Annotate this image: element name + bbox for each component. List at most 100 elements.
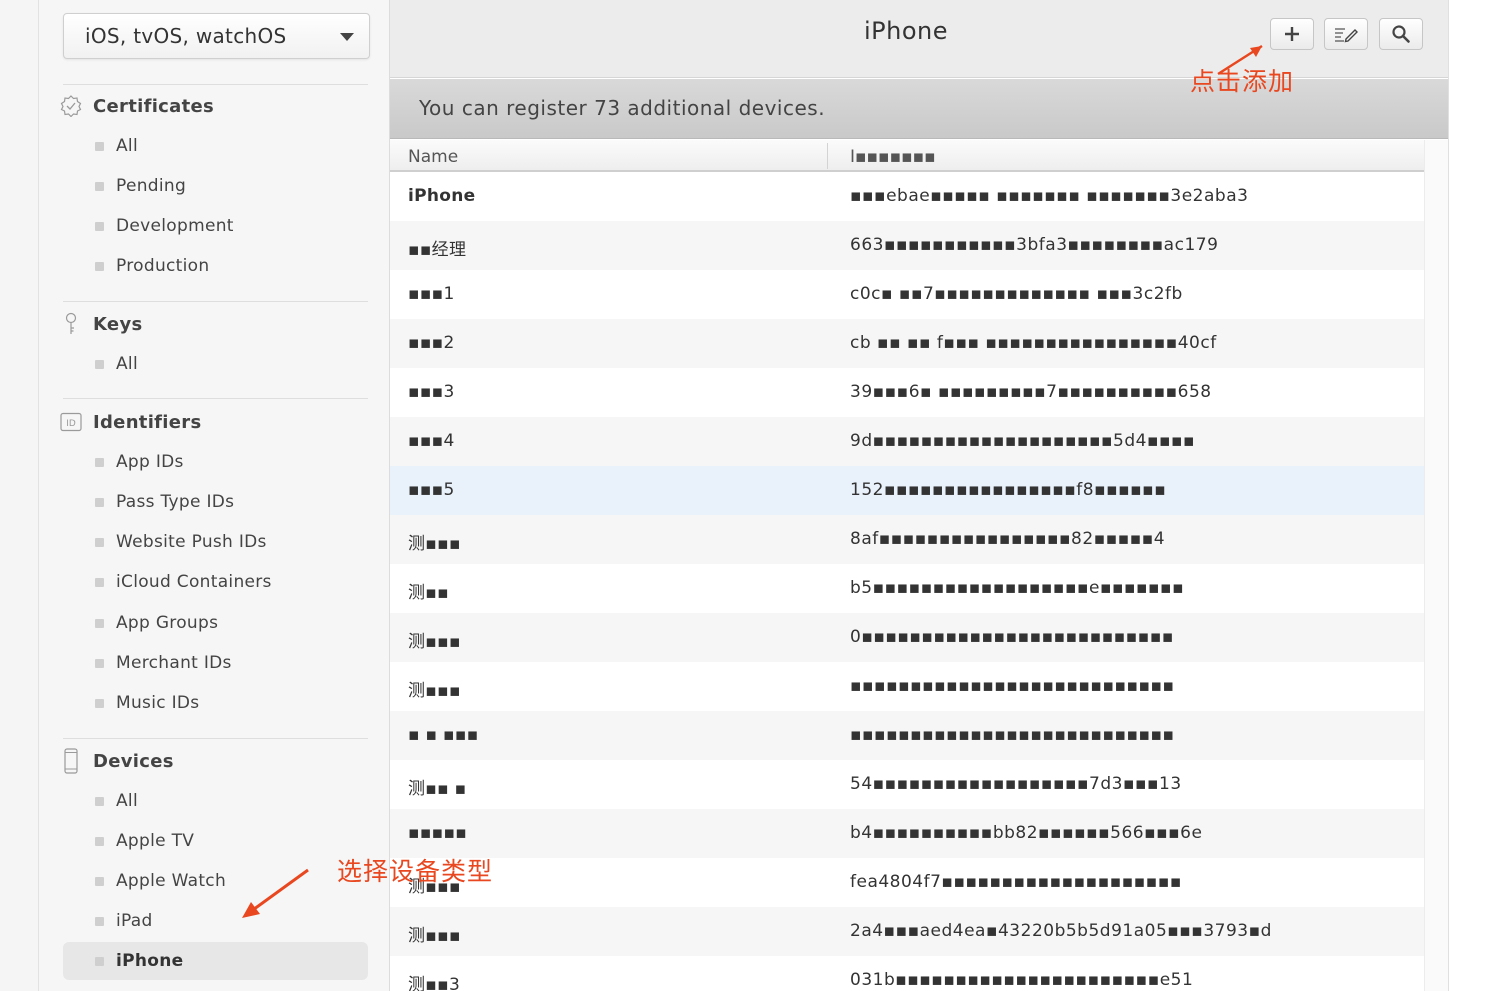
device-name: ▪▪▪3 (408, 382, 455, 402)
device-name: 测▪▪ (408, 583, 449, 603)
section-certificates: Certificates (59, 93, 214, 119)
sidebar-item-merchant-ids[interactable]: Merchant IDs (63, 644, 368, 682)
edit-icon (1335, 28, 1358, 43)
bullet-icon (95, 221, 104, 231)
sidebar: iOS, tvOS, watchOS Certificates All Pend… (38, 0, 390, 991)
sidebar-item-label: Apple Watch (116, 871, 227, 891)
bullet-icon (95, 796, 104, 806)
device-udid: 663▪▪▪▪▪▪▪▪▪▪▪3bfa3▪▪▪▪▪▪▪▪ac179 (850, 235, 1219, 255)
device-udid: ▪▪▪ebae▪▪▪▪▪ ▪▪▪▪▪▪▪ ▪▪▪▪▪▪▪3e2aba3 (850, 186, 1249, 206)
id-icon: ID (59, 410, 83, 434)
key-icon (59, 312, 83, 336)
sidebar-item-label: Pass Type IDs (116, 492, 235, 512)
sidebar-item-apple-watch[interactable]: Apple Watch (63, 862, 368, 900)
divider (63, 84, 368, 85)
table-row[interactable]: 测▪▪ b5▪▪▪▪▪▪▪▪▪▪▪▪▪▪▪▪▪▪e▪▪▪▪▪▪▪ (390, 564, 1424, 613)
section-keys: Keys (59, 311, 143, 337)
bullet-icon (95, 916, 104, 926)
device-name: 测▪▪▪ (408, 534, 461, 554)
table-row[interactable]: ▪▪▪2 cb ▪▪ ▪▪ f▪▪▪ ▪▪▪▪▪▪▪▪▪▪▪▪▪▪▪▪40cf (390, 319, 1424, 368)
sidebar-item-label: App Groups (116, 613, 219, 633)
table-row[interactable]: 测▪▪▪ fea4804f7▪▪▪▪▪▪▪▪▪▪▪▪▪▪▪▪▪▪▪▪ (390, 858, 1424, 907)
device-name: ▪▪▪4 (408, 431, 455, 451)
sidebar-item-music-ids[interactable]: Music IDs (63, 684, 368, 722)
device-udid: 031b▪▪▪▪▪▪▪▪▪▪▪▪▪▪▪▪▪▪▪▪▪▪e51 (850, 970, 1194, 990)
bullet-icon (95, 359, 104, 369)
table-row[interactable]: 测▪▪▪ 0▪▪▪▪▪▪▪▪▪▪▪▪▪▪▪▪▪▪▪▪▪▪▪▪▪▪ (390, 613, 1424, 662)
table-row[interactable]: ▪▪▪1 c0c▪ ▪▪7▪▪▪▪▪▪▪▪▪▪▪▪▪ ▪▪▪3c2fb (390, 270, 1424, 319)
sidebar-item-label: iPhone (116, 951, 184, 971)
sidebar-item-apple-tv[interactable]: Apple TV (63, 822, 368, 860)
sidebar-item-production[interactable]: Production (63, 247, 368, 285)
device-name: 测▪▪▪ (408, 632, 461, 652)
bullet-icon (95, 457, 104, 467)
device-table: iPhone ▪▪▪ebae▪▪▪▪▪ ▪▪▪▪▪▪▪ ▪▪▪▪▪▪▪3e2aba… (390, 172, 1424, 991)
sidebar-item-certificates-all[interactable]: All (63, 127, 368, 165)
table-row[interactable]: 测▪▪ ▪ 54▪▪▪▪▪▪▪▪▪▪▪▪▪▪▪▪▪▪7d3▪▪▪13 (390, 760, 1424, 809)
bullet-icon (95, 836, 104, 846)
edit-button[interactable] (1324, 18, 1368, 50)
device-name: 测▪▪▪ (408, 926, 461, 946)
section-title-identifiers: Identifiers (93, 411, 202, 433)
sidebar-item-label: Development (116, 216, 234, 236)
page-margin-right (1448, 0, 1500, 991)
sidebar-item-label: All (116, 354, 138, 374)
column-divider (827, 143, 828, 169)
sidebar-item-label: App IDs (116, 452, 184, 472)
sidebar-item-development[interactable]: Development (63, 207, 368, 245)
column-header-name[interactable]: Name (408, 147, 458, 167)
device-udid: 54▪▪▪▪▪▪▪▪▪▪▪▪▪▪▪▪▪▪7d3▪▪▪13 (850, 774, 1182, 794)
sidebar-item-keys-all[interactable]: All (63, 345, 368, 383)
table-row[interactable]: ▪▪▪5 152▪▪▪▪▪▪▪▪▪▪▪▪▪▪▪▪f8▪▪▪▪▪▪ (390, 466, 1424, 515)
sidebar-item-label: iPad (116, 911, 153, 931)
table-row[interactable]: iPhone ▪▪▪ebae▪▪▪▪▪ ▪▪▪▪▪▪▪ ▪▪▪▪▪▪▪3e2aba… (390, 172, 1424, 221)
bullet-icon (95, 876, 104, 886)
device-name: 测▪▪3 (408, 975, 461, 991)
device-name: 测▪▪ ▪ (408, 779, 467, 799)
bullet-icon (95, 181, 104, 191)
search-button[interactable] (1379, 18, 1423, 50)
bullet-icon (95, 698, 104, 708)
banner-text: You can register 73 additional devices. (419, 96, 826, 120)
plus-icon (1285, 27, 1299, 41)
table-header: Name I▪▪▪▪▪▪▪ (390, 140, 1424, 172)
device-udid: 152▪▪▪▪▪▪▪▪▪▪▪▪▪▪▪▪f8▪▪▪▪▪▪ (850, 480, 1167, 500)
table-row[interactable]: ▪▪经理 663▪▪▪▪▪▪▪▪▪▪▪3bfa3▪▪▪▪▪▪▪▪ac179 (390, 221, 1424, 270)
sidebar-item-label: Pending (116, 176, 187, 196)
annotation-arrow-select (242, 868, 309, 918)
table-row[interactable]: 测▪▪3 031b▪▪▪▪▪▪▪▪▪▪▪▪▪▪▪▪▪▪▪▪▪▪e51 (390, 956, 1424, 991)
table-row[interactable]: ▪▪▪4 9d▪▪▪▪▪▪▪▪▪▪▪▪▪▪▪▪▪▪▪▪5d4▪▪▪▪ (390, 417, 1424, 466)
column-header-identifier[interactable]: I▪▪▪▪▪▪▪ (850, 147, 936, 167)
device-name: ▪▪▪5 (408, 480, 455, 500)
table-row[interactable]: 测▪▪▪ ▪▪▪▪▪▪▪▪▪▪▪▪▪▪▪▪▪▪▪▪▪▪▪▪▪▪▪ (390, 662, 1424, 711)
sidebar-item-iphone[interactable]: iPhone (63, 942, 368, 980)
table-row[interactable]: 测▪▪▪ 2a4▪▪▪aed4ea▪43220b5b5d91a05▪▪▪3793▪… (390, 907, 1424, 956)
device-udid: 2a4▪▪▪aed4ea▪43220b5b5d91a05▪▪▪3793▪d (850, 921, 1272, 941)
platform-select-value: iOS, tvOS, watchOS (85, 24, 287, 48)
sidebar-item-label: Website Push IDs (116, 532, 267, 552)
device-name: ▪▪▪▪▪ (408, 823, 468, 843)
annotation-add-hint: 点击添加 (1190, 67, 1295, 96)
table-row[interactable]: ▪ ▪ ▪▪▪ ▪▪▪▪▪▪▪▪▪▪▪▪▪▪▪▪▪▪▪▪▪▪▪▪▪▪▪ (390, 711, 1424, 760)
sidebar-item-pass-type-ids[interactable]: Pass Type IDs (63, 483, 368, 521)
sidebar-item-app-groups[interactable]: App Groups (63, 604, 368, 642)
sidebar-item-pending[interactable]: Pending (63, 167, 368, 205)
table-row[interactable]: ▪▪▪3 39▪▪▪6▪ ▪▪▪▪▪▪▪▪▪7▪▪▪▪▪▪▪▪▪▪658 (390, 368, 1424, 417)
sidebar-item-app-ids[interactable]: App IDs (63, 443, 368, 481)
table-row[interactable]: ▪▪▪▪▪ b4▪▪▪▪▪▪▪▪▪▪bb82▪▪▪▪▪▪566▪▪▪6e (390, 809, 1424, 858)
bullet-icon (95, 577, 104, 587)
sidebar-item-ipad[interactable]: iPad (63, 902, 368, 940)
sidebar-item-icloud-containers[interactable]: iCloud Containers (63, 563, 368, 601)
bullet-icon (95, 141, 104, 151)
add-button[interactable] (1270, 18, 1314, 50)
sidebar-item-devices-all[interactable]: All (63, 782, 368, 820)
platform-select[interactable]: iOS, tvOS, watchOS (63, 13, 370, 59)
sidebar-item-label: All (116, 136, 138, 156)
table-row[interactable]: 测▪▪▪ 8af▪▪▪▪▪▪▪▪▪▪▪▪▪▪▪▪82▪▪▪▪▪4 (390, 515, 1424, 564)
scrollbar[interactable] (1424, 140, 1448, 991)
annotation-select-hint: 选择设备类型 (337, 857, 494, 886)
bullet-icon (95, 537, 104, 547)
sidebar-item-website-push-ids[interactable]: Website Push IDs (63, 523, 368, 561)
divider (63, 301, 368, 302)
chevron-down-icon[interactable] (340, 33, 354, 41)
